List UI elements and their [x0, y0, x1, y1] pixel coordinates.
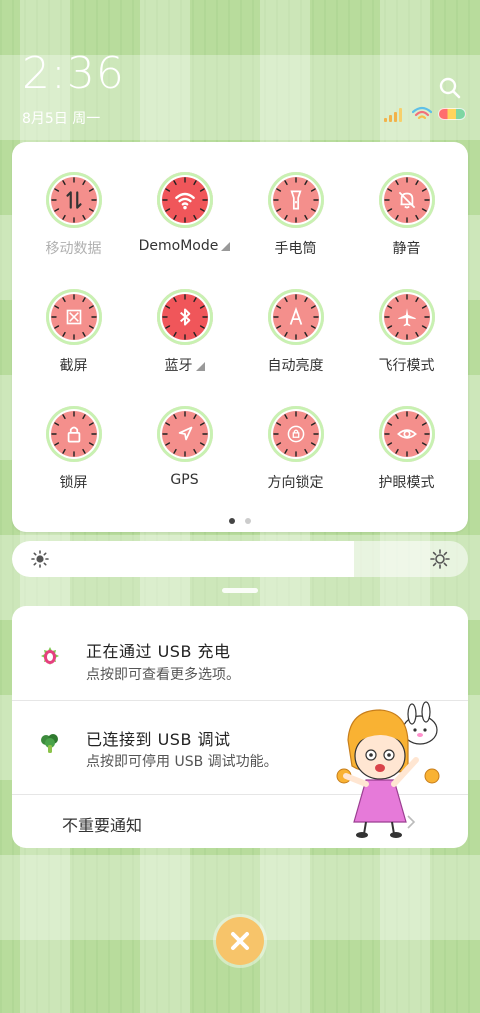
qs-tile-label: 自动亮度: [268, 355, 324, 375]
qs-tile-auto-brightness[interactable]: 自动亮度: [240, 289, 351, 406]
bluetooth-icon-glyph: [179, 308, 190, 326]
wifi-icon-glyph: [174, 192, 195, 210]
qs-tile-label: 截屏: [60, 355, 88, 375]
qs-label-text: 静音: [392, 241, 421, 257]
quick-settings-panel: 移动数据 DemoMode 手电筒 静音 截屏 蓝牙 自动亮度 飞行模式 锁屏 …: [12, 142, 468, 532]
status-bar: 2:36 8月5日 周一: [0, 0, 480, 140]
notification-usb-charging[interactable]: 正在通过 USB 充电 点按即可查看更多选项。: [12, 606, 468, 700]
qs-label-text: 移动数据: [45, 241, 102, 257]
page-indicator: [12, 518, 468, 524]
flashlight-icon-glyph: [289, 190, 302, 210]
battery-icon: [438, 108, 466, 120]
wifi-icon: [156, 172, 213, 228]
expand-arrow-icon[interactable]: [221, 242, 231, 251]
page-dot: [245, 518, 251, 524]
qs-tile-label: 飞行模式: [379, 355, 435, 375]
cartoon-girl-sticker: [336, 701, 440, 838]
qs-label-text: 手电筒: [274, 241, 317, 257]
qs-tile-bell-mute[interactable]: 静音: [351, 172, 462, 289]
qs-tile-label: DemoMode: [139, 238, 231, 254]
qs-label-text: 飞行模式: [378, 358, 435, 374]
gps-icon-glyph: [178, 426, 192, 441]
qs-tile-label: 静音: [393, 238, 421, 258]
mobile-data-icon: [45, 172, 102, 228]
bell-mute-icon-glyph: [398, 191, 415, 209]
brightness-low-icon: [31, 550, 49, 568]
eye-icon-glyph: [396, 429, 417, 439]
qs-tile-eye[interactable]: 护眼模式: [351, 406, 462, 523]
airplane-icon: [378, 289, 435, 345]
wifi-status-icon: [412, 106, 432, 120]
bluetooth-icon: [156, 289, 213, 345]
qs-tile-label: 护眼模式: [379, 472, 435, 492]
status-icons: [384, 106, 466, 122]
lock-icon: [45, 406, 102, 462]
qs-label-text: 锁屏: [59, 475, 88, 491]
qs-label-text: 截屏: [59, 358, 88, 374]
auto-brightness-icon: [267, 289, 324, 345]
expand-arrow-icon[interactable]: [195, 362, 205, 371]
qs-label-text: 蓝牙: [164, 358, 193, 374]
qs-label-text: 护眼模式: [378, 475, 435, 491]
qs-tile-label: 锁屏: [60, 472, 88, 492]
qs-tile-bluetooth[interactable]: 蓝牙: [129, 289, 240, 406]
clock[interactable]: 2:36: [22, 48, 125, 99]
qs-tile-label: GPS: [170, 472, 198, 488]
brightness-slider[interactable]: [12, 541, 468, 577]
qs-label-text: GPS: [170, 472, 199, 488]
notification-body: 点按即可停用 USB 调试功能。: [86, 754, 278, 770]
eye-icon: [378, 406, 435, 462]
qs-tile-label: 手电筒: [275, 238, 317, 258]
screenshot-icon-glyph: [66, 309, 81, 325]
qs-tile-label: 蓝牙: [165, 355, 205, 375]
qs-tile-gps[interactable]: GPS: [129, 406, 240, 523]
qs-label-text: 自动亮度: [267, 358, 324, 374]
dragonfruit-icon: [41, 647, 59, 665]
bell-mute-icon: [378, 172, 435, 228]
signal-icon: [384, 106, 406, 122]
qs-tile-wifi[interactable]: DemoMode: [129, 172, 240, 289]
quick-settings-grid: 移动数据 DemoMode 手电筒 静音 截屏 蓝牙 自动亮度 飞行模式 锁屏 …: [12, 172, 474, 523]
qs-label-text: DemoMode: [138, 238, 219, 254]
auto-brightness-icon-glyph: [289, 306, 302, 325]
brightness-high-icon: [430, 549, 450, 569]
unimportant-notifications-link[interactable]: 不重要通知: [62, 812, 142, 836]
qs-tile-flashlight[interactable]: 手电筒: [240, 172, 351, 289]
gps-icon: [156, 406, 213, 462]
lock-icon-glyph: [67, 426, 80, 443]
page-dot-active: [229, 518, 235, 524]
airplane-icon-glyph: [397, 308, 416, 327]
notification-body: 点按即可查看更多选项。: [86, 667, 240, 683]
brightness-fill: [12, 541, 354, 577]
notification-title: 正在通过 USB 充电: [86, 642, 231, 661]
qs-tile-rotation-lock[interactable]: 方向锁定: [240, 406, 351, 523]
qs-tile-airplane[interactable]: 飞行模式: [351, 289, 462, 406]
search-icon[interactable]: [438, 76, 462, 100]
qs-tile-label: 方向锁定: [268, 472, 324, 492]
rotation-lock-icon-glyph: [287, 425, 304, 443]
qs-tile-lock[interactable]: 锁屏: [18, 406, 129, 523]
mobile-data-icon-glyph: [65, 191, 82, 209]
close-icon: [231, 932, 249, 950]
qs-label-text: 方向锁定: [267, 475, 324, 491]
notification-title: 已连接到 USB 调试: [86, 730, 231, 749]
rotation-lock-icon: [267, 406, 324, 462]
broccoli-icon: [41, 734, 58, 753]
panel-drag-handle[interactable]: [222, 588, 258, 593]
qs-tile-mobile-data[interactable]: 移动数据: [18, 172, 129, 289]
screenshot-icon: [45, 289, 102, 345]
clear-notifications-button[interactable]: [216, 917, 264, 965]
qs-tile-screenshot[interactable]: 截屏: [18, 289, 129, 406]
date[interactable]: 8月5日 周一: [22, 108, 100, 128]
flashlight-icon: [267, 172, 324, 228]
qs-tile-label: 移动数据: [46, 238, 102, 258]
